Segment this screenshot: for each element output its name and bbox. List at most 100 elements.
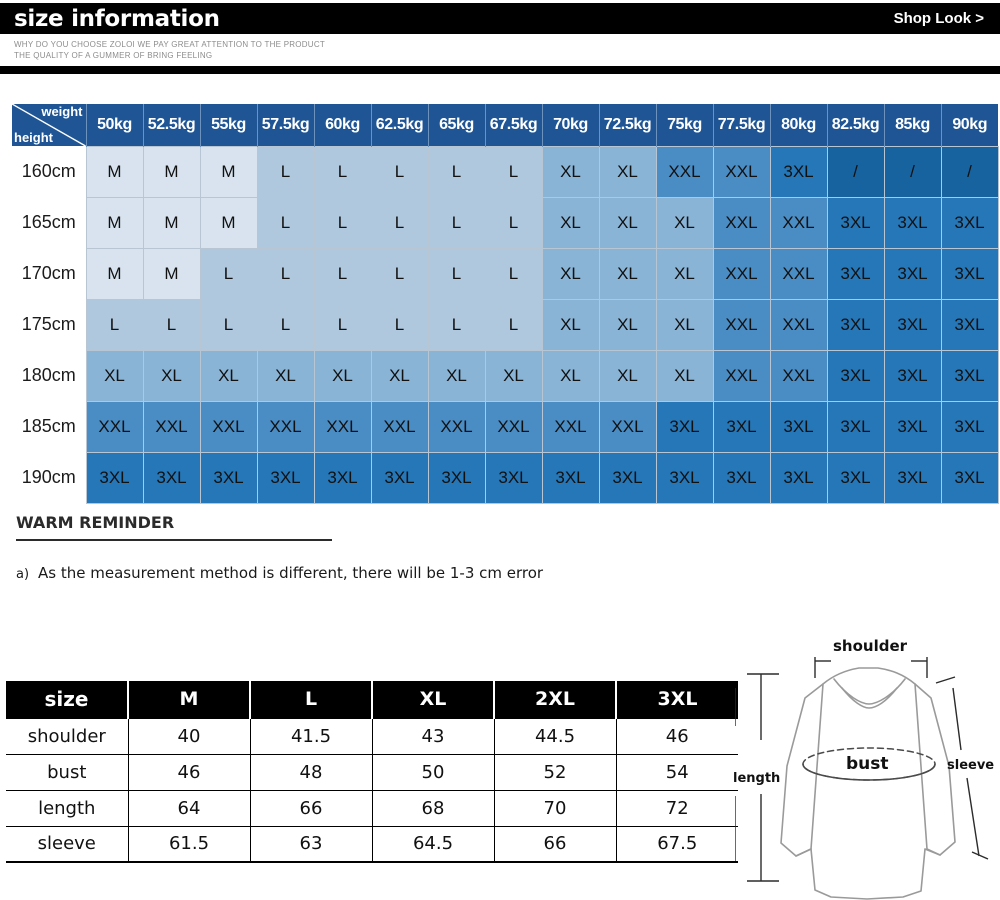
measurement-column-header: XL <box>372 681 495 718</box>
size-grid-cell: XL <box>598 247 657 300</box>
size-grid-cell: XXL <box>712 196 771 249</box>
size-grid-cell: XXL <box>769 298 828 351</box>
size-grid-cell: 3XL <box>85 451 144 504</box>
size-grid-cell: L <box>370 145 429 198</box>
measurement-value-cell: 44.5 <box>493 717 617 755</box>
weight-column-header: 82.5kg <box>826 104 884 146</box>
size-grid-cell: XL <box>598 196 657 249</box>
size-grid-row: 170cm M M L L L L L L XL XL XL XXL XXL 3XL 3XL 3XL <box>12 247 999 300</box>
size-grid-cell: 3XL <box>883 400 942 453</box>
size-grid-cell: L <box>313 145 372 198</box>
size-grid-row: 160cm M M M L L L L L XL XL XXL XXL 3XL / / / <box>12 145 999 198</box>
measurement-value-cell: 66 <box>493 825 617 863</box>
header-divider <box>0 66 1000 74</box>
size-grid-cell: 3XL <box>826 298 885 351</box>
size-grid-cell: 3XL <box>826 247 885 300</box>
size-grid-cell: 3XL <box>598 451 657 504</box>
size-grid-body: 160cm M M M L L L L L XL XL XXL XXL 3XL / //165cm M M M L L L… <box>12 145 999 504</box>
height-row-header: 175cm <box>12 299 86 350</box>
weight-column-header: 80kg <box>769 104 827 146</box>
shop-look-link[interactable]: Shop Look > <box>894 10 1000 27</box>
size-grid-cell: L <box>256 298 315 351</box>
measurement-value-cell: 52 <box>493 753 617 791</box>
size-grid-cell: L <box>427 196 486 249</box>
weight-column-header: 67.5kg <box>484 104 542 146</box>
measurement-row: sleeve 61.5 63 64.5 66 67.5 <box>6 825 738 863</box>
size-grid-cell: 3XL <box>712 451 771 504</box>
height-row-header: 170cm <box>12 248 86 299</box>
measurement-value-cell: 70 <box>493 789 617 827</box>
size-grid-cell: 3XL <box>940 298 999 351</box>
size-grid-cell: 3XL <box>826 196 885 249</box>
measurement-value-cell: 64.5 <box>371 825 495 863</box>
size-grid-cell: XL <box>142 349 201 402</box>
measurement-value-cell: 61.5 <box>127 825 251 863</box>
warm-reminder-marker: a) <box>16 567 30 582</box>
size-grid-cell: 3XL <box>427 451 486 504</box>
axis-label-height: height <box>14 130 53 145</box>
size-grid-cell: M <box>85 247 144 300</box>
size-grid-row: 190cm 3XL 3XL 3XL 3XL 3XL 3XL 3XL 3XL 3XL 3XL 3XL 3X… <box>12 451 999 504</box>
size-grid-cell: L <box>427 145 486 198</box>
measurement-row: length 64 66 68 70 72 <box>6 789 738 827</box>
measurement-value-cell: 54 <box>615 753 738 791</box>
measurement-row-label: sleeve <box>6 825 129 863</box>
size-grid-cell: L <box>85 298 144 351</box>
measurement-row: bust 46 48 50 52 54 <box>6 753 738 791</box>
measurement-value-cell: 63 <box>249 825 373 863</box>
size-grid-cell: L <box>256 145 315 198</box>
warm-reminder-note-text: As the measurement method is different, … <box>38 564 544 582</box>
garment-label-sleeve: sleeve <box>947 758 995 773</box>
axis-label-weight: weight <box>41 104 83 119</box>
size-grid-cell: XXL <box>655 145 714 198</box>
measurement-header-row: size M L XL 2XL 3XL <box>6 681 738 718</box>
size-grid-cell: 3XL <box>142 451 201 504</box>
size-grid-cell: XXL <box>199 400 258 453</box>
weight-column-header: 62.5kg <box>370 104 428 146</box>
size-information-page: size information Shop Look > WHY DO YOU … <box>0 0 1000 900</box>
size-grid-row: 185cm XXL XXL XXL XXL XXL XXL XXL XXL XXL XXL 3XL 3X… <box>12 400 999 453</box>
size-grid-cell: XL <box>256 349 315 402</box>
size-grid-cell: L <box>313 247 372 300</box>
size-grid-cell: 3XL <box>313 451 372 504</box>
measurement-row-label: bust <box>6 753 129 791</box>
header-subtitle: WHY DO YOU CHOOSE ZOLOI WE PAY GREAT ATT… <box>14 40 325 61</box>
size-grid-cell: XXL <box>769 196 828 249</box>
size-grid-cell: L <box>313 298 372 351</box>
size-grid-cell: 3XL <box>256 451 315 504</box>
size-grid-cell: L <box>427 247 486 300</box>
measurement-value-cell: 66 <box>249 789 373 827</box>
size-grid-cell: XL <box>541 145 600 198</box>
size-grid-cell: L <box>256 247 315 300</box>
size-grid-cell: XXL <box>85 400 144 453</box>
size-grid-cell: 3XL <box>370 451 429 504</box>
size-grid-table: weight height 50kg 52.5kg 55kg 57.5kg 60kg 62… <box>12 104 999 504</box>
size-grid-cell: XL <box>655 196 714 249</box>
weight-column-header: 65kg <box>427 104 485 146</box>
size-grid-row: 180cm XL XL XL XL XL XL XL XL XL XL XL XXL XXL 3XL 3XL 3… <box>12 349 999 402</box>
size-grid-cell: XL <box>541 247 600 300</box>
measurement-value-cell: 41.5 <box>249 717 373 755</box>
size-grid-row: 175cm L L L L L L L L XL XL XL XXL XXL 3XL 3XL 3XL <box>12 298 999 351</box>
size-grid-cell: L <box>370 196 429 249</box>
size-grid-cell: XXL <box>712 349 771 402</box>
size-grid-cell: M <box>142 196 201 249</box>
size-grid-cell: 3XL <box>769 400 828 453</box>
size-grid-cell: XL <box>655 247 714 300</box>
measurement-corner-label: size <box>6 681 129 718</box>
garment-label-shoulder: shoulder <box>833 637 908 655</box>
size-grid-cell: XL <box>598 298 657 351</box>
height-row-header: 190cm <box>12 452 86 503</box>
size-grid-cell: XXL <box>769 247 828 300</box>
size-grid-cell: / <box>883 145 942 198</box>
measurement-row: shoulder 40 41.5 43 44.5 46 <box>6 717 738 755</box>
size-grid-cell: XXL <box>256 400 315 453</box>
measurement-column-header: 2XL <box>494 681 617 718</box>
size-grid-cell: XXL <box>313 400 372 453</box>
size-grid-cell: 3XL <box>883 349 942 402</box>
height-row-header: 165cm <box>12 197 86 248</box>
size-grid-cell: L <box>256 196 315 249</box>
weight-column-header: 60kg <box>313 104 371 146</box>
size-grid-cell: 3XL <box>826 400 885 453</box>
warm-reminder-underline <box>16 539 332 541</box>
